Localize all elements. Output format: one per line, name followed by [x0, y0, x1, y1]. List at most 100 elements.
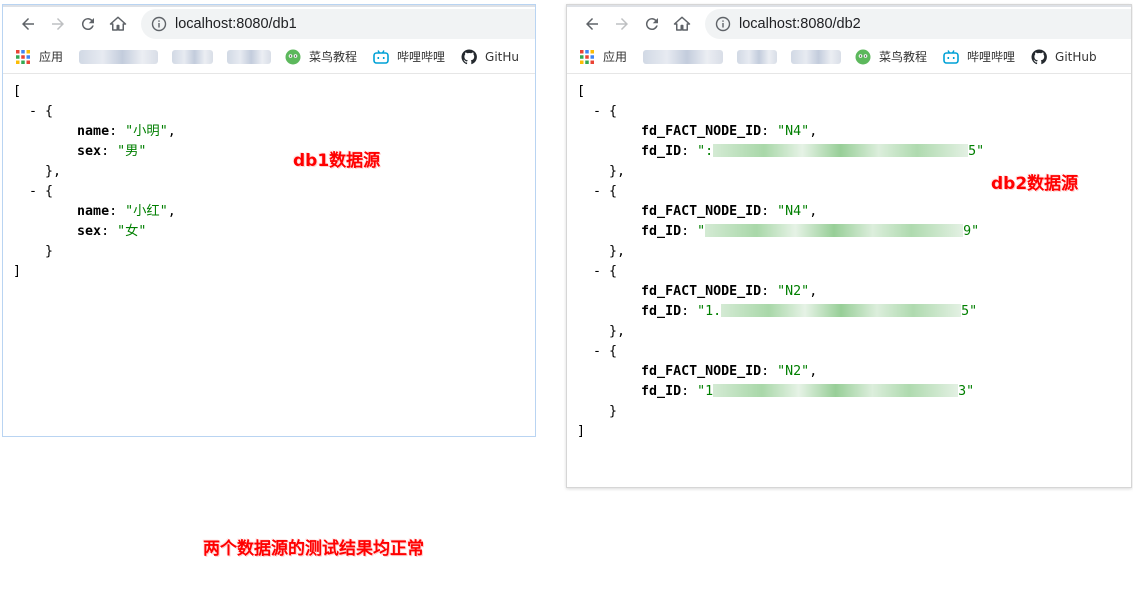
reload-icon	[645, 17, 658, 30]
bookmark-blurred[interactable]	[643, 49, 724, 64]
annotation-db2: db2数据源	[991, 174, 1079, 194]
json-key: name	[77, 124, 110, 139]
json-entry: sex: "男"	[77, 144, 147, 159]
bookmark-runoob[interactable]: 菜鸟教程	[855, 48, 927, 65]
json-open-bracket: [	[13, 84, 22, 99]
bookmark-runoob-label: 菜鸟教程	[879, 50, 928, 64]
json-value: "N4"	[777, 124, 810, 139]
json-value-start: ":	[697, 144, 714, 159]
forward-button[interactable]	[43, 9, 73, 39]
bookmark-blurred[interactable]	[226, 49, 271, 64]
redacted-value	[705, 223, 964, 237]
reload-button[interactable]	[637, 9, 667, 39]
back-arrow-icon	[22, 17, 34, 30]
json-open-bracket: [	[577, 84, 586, 99]
bookmarks-bar: 应用 菜鸟教程 哔哩哔哩 GitHub	[567, 40, 1131, 74]
json-value-start: "	[697, 224, 706, 239]
bookmark-blurred[interactable]	[79, 49, 159, 64]
json-object-close: }	[13, 244, 54, 259]
json-object-close: }	[577, 404, 618, 419]
json-object-close: },	[577, 244, 626, 259]
bookmark-blurred[interactable]	[737, 49, 778, 64]
bookmark-bilibili[interactable]: 哔哩哔哩	[373, 48, 445, 65]
json-value-end: 5"	[968, 144, 985, 159]
forward-arrow-icon	[52, 17, 64, 30]
redacted-value	[721, 303, 962, 317]
info-icon[interactable]	[715, 16, 731, 32]
json-close-bracket: ]	[577, 424, 586, 439]
address-bar[interactable]: localhost:8080/db2	[705, 8, 1131, 39]
back-arrow-icon	[586, 17, 598, 30]
json-entry: fd_ID: "1. 5"	[641, 303, 978, 319]
info-icon[interactable]	[151, 16, 167, 32]
json-entry: fd_ID: ": 5"	[641, 143, 985, 159]
bookmark-runoob[interactable]: 菜鸟教程	[285, 48, 357, 65]
json-object-toggle[interactable]: - {	[577, 102, 1131, 122]
json-value: "女"	[117, 224, 147, 239]
bookmark-bilibili[interactable]: 哔哩哔哩	[943, 48, 1015, 65]
browser-window-db1: localhost:8080/db1 应用 菜鸟教程 哔哩哔哩 GitHu […	[2, 4, 536, 437]
home-button[interactable]	[667, 9, 697, 39]
reload-button[interactable]	[73, 9, 103, 39]
url-text: localhost:8080/db1	[175, 15, 297, 32]
bookmark-runoob-label: 菜鸟教程	[309, 50, 358, 64]
json-viewer: [ - { name: "小明", sex: "男" }, - { name: …	[3, 74, 535, 282]
json-value: "N2"	[777, 284, 810, 299]
json-object-toggle[interactable]: - {	[13, 182, 535, 202]
json-entry: fd_ID: "1 3"	[641, 383, 975, 399]
reload-icon	[81, 17, 94, 30]
annotation-db1: db1数据源	[293, 151, 381, 171]
json-value-end: 3"	[958, 384, 975, 399]
back-button[interactable]	[13, 9, 43, 39]
redacted-value	[713, 143, 969, 157]
json-value: "N4"	[777, 204, 810, 219]
runoob-icon	[855, 49, 871, 64]
address-bar[interactable]: localhost:8080/db1	[141, 8, 535, 39]
bookmark-blurred[interactable]	[172, 49, 213, 64]
json-key: fd_FACT_NODE_ID	[641, 124, 762, 139]
browser-toolbar: localhost:8080/db2	[567, 7, 1131, 40]
json-entry: name: "小明",	[77, 124, 176, 139]
browser-toolbar: localhost:8080/db1	[3, 7, 535, 40]
bookmark-github[interactable]: GitHu	[461, 48, 519, 65]
json-object-toggle[interactable]: - {	[13, 102, 535, 122]
bilibili-icon	[943, 49, 959, 64]
json-entry: fd_FACT_NODE_ID: "N4",	[641, 204, 818, 219]
bookmark-apps[interactable]: 应用	[15, 48, 63, 65]
home-button[interactable]	[103, 9, 133, 39]
json-entry: fd_ID: " 9"	[641, 223, 980, 239]
back-button[interactable]	[577, 9, 607, 39]
json-value-end: 9"	[963, 224, 980, 239]
json-value-start: "1.	[697, 304, 722, 319]
bookmark-github[interactable]: GitHub	[1031, 48, 1097, 65]
json-entry: fd_FACT_NODE_ID: "N2",	[641, 364, 818, 379]
json-viewer: [ - { fd_FACT_NODE_ID: "N4", fd_ID: ": 5"…	[567, 74, 1131, 442]
json-entry: fd_FACT_NODE_ID: "N2",	[641, 284, 818, 299]
home-icon	[673, 16, 691, 31]
json-value-end: 5"	[961, 304, 978, 319]
forward-arrow-icon	[616, 17, 628, 30]
bookmark-bilibili-label: 哔哩哔哩	[397, 50, 446, 64]
bookmark-blurred[interactable]	[791, 49, 842, 64]
github-icon	[461, 48, 477, 64]
forward-button[interactable]	[607, 9, 637, 39]
json-key: fd_FACT_NODE_ID	[641, 364, 762, 379]
json-key: fd_ID	[641, 224, 682, 239]
json-object-close: },	[577, 324, 626, 339]
json-value-start: "1	[697, 384, 714, 399]
json-value: "男"	[117, 144, 147, 159]
json-object-toggle[interactable]: - {	[577, 262, 1131, 282]
apps-grid-icon	[580, 49, 594, 64]
json-key: sex	[77, 224, 102, 239]
json-entry: sex: "女"	[77, 224, 147, 239]
bookmark-apps[interactable]: 应用	[579, 48, 627, 65]
bookmark-github-label: GitHub	[1055, 49, 1097, 64]
json-key: fd_FACT_NODE_ID	[641, 284, 762, 299]
json-entry: fd_FACT_NODE_ID: "N4",	[641, 124, 818, 139]
json-value: "小明"	[125, 124, 168, 139]
json-value: "小红"	[125, 204, 168, 219]
json-entry: name: "小红",	[77, 204, 176, 219]
json-object-toggle[interactable]: - {	[577, 342, 1131, 362]
json-key: fd_ID	[641, 304, 682, 319]
json-key: fd_ID	[641, 384, 682, 399]
